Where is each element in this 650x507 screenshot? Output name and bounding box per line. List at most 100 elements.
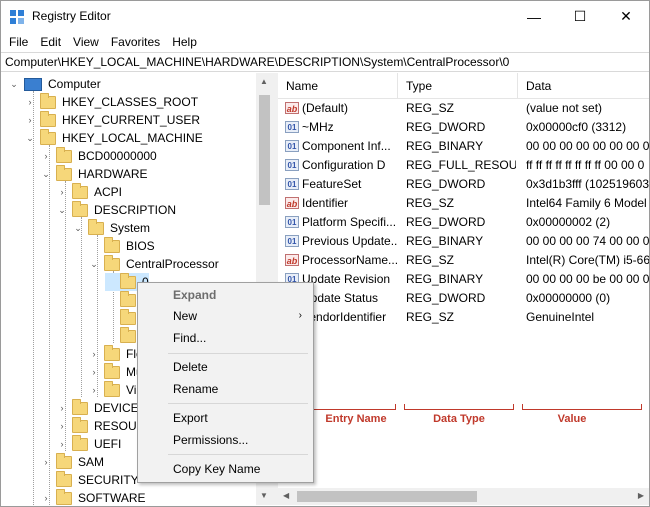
scroll-right-icon[interactable]: ▶	[638, 491, 644, 500]
chevron-right-icon[interactable]: ›	[89, 385, 99, 395]
value-type: REG_SZ	[406, 253, 455, 267]
scroll-up-icon[interactable]: ▲	[260, 77, 268, 86]
chevron-right-icon[interactable]: ›	[57, 439, 67, 449]
list-row[interactable]: 01 ~MHz REG_DWORD 0x00000cf0 (3312)	[278, 118, 649, 137]
value-type: REG_BINARY	[406, 139, 484, 153]
scroll-left-icon[interactable]: ◀	[283, 491, 289, 500]
chevron-right-icon[interactable]: ›	[41, 457, 51, 467]
chevron-down-icon[interactable]: ⌄	[73, 223, 83, 233]
list-row[interactable]: ab ProcessorName... REG_SZ Intel(R) Core(TM…	[278, 251, 649, 270]
chevron-down-icon[interactable]: ⌄	[9, 79, 19, 89]
tree-item-hkey-classes-root[interactable]: › HKEY_CLASSES_ROOT	[25, 92, 198, 111]
tree-item-video[interactable]: › Vid	[89, 380, 143, 399]
list-row[interactable]: 01 Previous Update... REG_BINARY 00 00 00 0…	[278, 232, 649, 251]
value-data: ff ff ff ff ff ff ff ff 00 00 0	[526, 158, 645, 172]
column-header-data[interactable]: Data	[518, 73, 649, 99]
context-menu-find[interactable]: Find...	[139, 327, 312, 349]
tree-item-bios[interactable]: BIOS	[89, 236, 155, 255]
menu-favorites[interactable]: Favorites	[105, 35, 166, 49]
menu-help[interactable]: Help	[166, 35, 203, 49]
column-header-name[interactable]: Name	[278, 73, 398, 99]
scroll-down-icon[interactable]: ▼	[260, 491, 268, 500]
list-row[interactable]: 01 Platform Specifi... REG_DWORD 0x00000002…	[278, 213, 649, 232]
tree-item-security[interactable]: SECURITY	[41, 470, 139, 489]
folder-icon	[56, 146, 72, 163]
context-menu-new[interactable]: New ›	[139, 305, 312, 327]
chevron-right-icon[interactable]: ›	[57, 187, 67, 197]
tree-item-computer[interactable]: ⌄ Computer	[9, 75, 100, 93]
context-menu-delete[interactable]: Delete	[139, 356, 312, 378]
tree-item-label: BIOS	[126, 239, 155, 253]
value-name: Update Revision	[302, 272, 391, 286]
list-row[interactable]: ab (Default) REG_SZ (value not set)	[278, 99, 649, 118]
value-type: REG_BINARY	[406, 272, 484, 286]
tree-item-software[interactable]: › SOFTWARE	[41, 488, 146, 505]
chevron-down-icon[interactable]: ⌄	[25, 133, 35, 143]
value-data: 0x3d1b3fff (1025196031)	[526, 177, 649, 191]
context-menu-permissions[interactable]: Permissions...	[139, 429, 312, 451]
folder-icon	[120, 308, 136, 325]
tree-item-floatingpoint[interactable]: › Flo	[89, 344, 143, 363]
tree-line	[81, 217, 82, 397]
folder-icon	[56, 470, 72, 487]
tree-item-system[interactable]: ⌄ System	[73, 218, 150, 237]
window-title: Registry Editor	[32, 9, 111, 23]
chevron-right-icon[interactable]: ›	[25, 115, 35, 125]
list-row[interactable]: 01Update StatusREG_DWORD0x00000000 (0)	[278, 289, 649, 308]
chevron-right-icon[interactable]: ›	[89, 367, 99, 377]
folder-icon	[56, 488, 72, 505]
tree-item-hkey-current-user[interactable]: › HKEY_CURRENT_USER	[25, 110, 201, 129]
context-menu-rename[interactable]: Rename	[139, 378, 312, 400]
context-menu-export[interactable]: Export	[139, 407, 312, 429]
menu-view[interactable]: View	[67, 35, 105, 49]
string-value-icon: ab	[285, 254, 299, 266]
maximize-button[interactable]: ☐	[557, 1, 603, 32]
chevron-right-icon[interactable]: ›	[41, 151, 51, 161]
chevron-right-icon[interactable]: ›	[57, 403, 67, 413]
list-row[interactable]: 01 FeatureSet REG_DWORD 0x3d1b3fff (1025196…	[278, 175, 649, 194]
list-row[interactable]: 01 Component Inf... REG_BINARY 00 00 00 00 …	[278, 137, 649, 156]
tree-item-sam[interactable]: › SAM	[41, 452, 104, 471]
chevron-down-icon[interactable]: ⌄	[41, 169, 51, 179]
context-menu-label: Expand	[173, 288, 217, 302]
chevron-right-icon[interactable]: ›	[89, 349, 99, 359]
value-name: Configuration D	[302, 158, 386, 172]
tree-item-hardware[interactable]: ⌄ HARDWARE	[41, 164, 148, 183]
tree-item-bcd[interactable]: › BCD00000000	[41, 146, 157, 165]
value-type: REG_SZ	[406, 310, 455, 324]
list-row[interactable]: 01 Update Revision REG_BINARY 00 00 00 00 b…	[278, 270, 649, 289]
tree-item-label: UEFI	[94, 437, 122, 451]
address-bar[interactable]: Computer\HKEY_LOCAL_MACHINE\HARDWARE\DES…	[1, 52, 649, 72]
column-header-type[interactable]: Type	[398, 73, 518, 99]
binary-value-icon: 01	[285, 121, 299, 133]
close-button[interactable]: ✕	[603, 1, 649, 32]
minimize-button[interactable]: —	[511, 1, 557, 32]
chevron-down-icon[interactable]: ⌄	[57, 205, 67, 215]
tree-item-acpi[interactable]: › ACPI	[57, 182, 122, 201]
tree-item-centralprocessor[interactable]: ⌄ CentralProcessor	[89, 254, 219, 273]
menu-separator	[168, 454, 308, 455]
tree-item-hkey-local-machine[interactable]: ⌄ HKEY_LOCAL_MACHINE	[25, 128, 203, 147]
folder-icon	[72, 182, 88, 199]
context-menu-copy-key-name[interactable]: Copy Key Name	[139, 458, 312, 480]
menu-file[interactable]: File	[3, 35, 34, 49]
chevron-right-icon[interactable]: ›	[41, 493, 51, 503]
tree-item-multifunction[interactable]: › Mu	[89, 362, 143, 381]
tree-item-label: HKEY_CURRENT_USER	[62, 113, 201, 127]
folder-icon	[72, 200, 88, 217]
tree-item-description[interactable]: ⌄ DESCRIPTION	[57, 200, 176, 219]
title-bar[interactable]: Registry Editor — ☐ ✕	[1, 1, 649, 32]
chevron-down-icon[interactable]: ⌄	[89, 259, 99, 269]
list-row[interactable]: ab Identifier REG_SZ Intel64 Family 6 Model	[278, 194, 649, 213]
chevron-right-icon[interactable]: ›	[57, 421, 67, 431]
folder-icon	[72, 398, 88, 415]
scrollbar-thumb[interactable]	[259, 95, 270, 205]
chevron-right-icon[interactable]: ›	[25, 97, 35, 107]
list-row[interactable]: abVendorIdentifierREG_SZGenuineIntel	[278, 308, 649, 327]
folder-icon	[40, 92, 56, 109]
list-row[interactable]: 01 Configuration D REG_FULL_RESOU... ff ff …	[278, 156, 649, 175]
tree-item-uefi[interactable]: › UEFI	[57, 434, 122, 453]
tree-item-label: BCD00000000	[78, 149, 157, 163]
scrollbar-thumb[interactable]	[297, 491, 477, 502]
menu-edit[interactable]: Edit	[34, 35, 67, 49]
